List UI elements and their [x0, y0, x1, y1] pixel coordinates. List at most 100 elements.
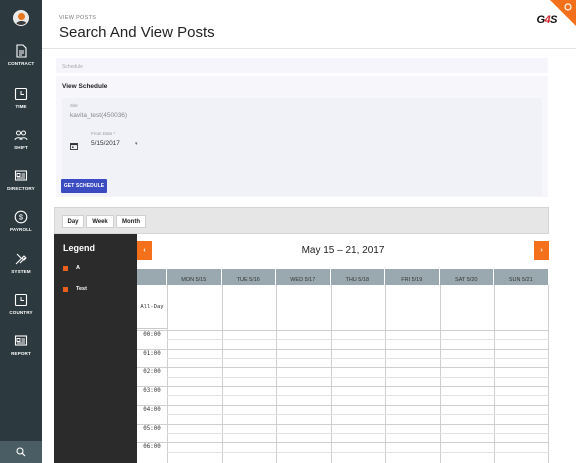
sidebar-item-payroll[interactable]: $ PAYROLL [0, 210, 42, 250]
sidebar-item-time[interactable]: TIME [0, 87, 42, 127]
site-field[interactable]: kavita_test(450036) [70, 112, 127, 119]
hour-line [137, 348, 549, 350]
half-hour-line [167, 358, 549, 360]
search-button[interactable] [0, 441, 42, 463]
sidebar-item-contract[interactable]: CONTRACT [0, 44, 42, 84]
legend-swatch [63, 265, 68, 271]
calendar-toolbar: Day Week Month [54, 207, 549, 234]
week-grid: All-Day MON 5/15 TUE 5/16 WED 5/17 THU 5/18… [137, 269, 549, 463]
day-header[interactable]: TUE 5/16 [221, 269, 276, 285]
tools-icon [15, 253, 27, 265]
legend: Legend A Test [54, 234, 137, 463]
column-divider [167, 285, 168, 463]
hour-line [137, 442, 549, 444]
avatar[interactable] [13, 10, 29, 26]
half-hour-line [167, 395, 549, 397]
sidebar-item-report[interactable]: REPORT [0, 334, 42, 374]
column-divider [276, 285, 277, 463]
day-header[interactable]: SUN 5/21 [494, 269, 549, 285]
time-label: 05:00 [143, 425, 161, 432]
column-divider [330, 285, 332, 463]
site-label: Site [70, 103, 78, 108]
schedule-card: Schedule [56, 58, 548, 73]
time-label: 06:00 [143, 444, 161, 451]
next-week-button[interactable]: › [534, 241, 549, 260]
legend-item: Test [63, 286, 87, 292]
time-label: 01:00 [143, 350, 161, 357]
hour-line [137, 367, 549, 369]
sidebar-item-label: COUNTRY [9, 310, 33, 315]
hour-line [137, 330, 549, 331]
clock-icon [14, 87, 28, 101]
day-header[interactable]: SAT 5/20 [439, 269, 494, 285]
schedule-label: Schedule [62, 64, 83, 70]
sidebar: CONTRACT TIME SHIFT DIRECTORY $ PAYROLL … [0, 0, 42, 463]
day-header[interactable]: FRI 5/19 [385, 269, 440, 285]
dollar-icon: $ [14, 210, 28, 224]
schedule-form: Site kavita_test(450036) From Date * 5/1… [62, 98, 542, 196]
time-label: 03:00 [143, 388, 161, 395]
view-day-button[interactable]: Day [62, 215, 84, 228]
column-divider [221, 285, 223, 463]
sidebar-item-shift[interactable]: SHIFT [0, 128, 42, 168]
half-hour-line [167, 451, 549, 453]
calendar-icon[interactable] [70, 142, 78, 150]
legend-title: Legend [63, 243, 96, 253]
view-schedule-panel: View Schedule Site kavita_test(450036) F… [56, 76, 548, 197]
half-hour-line [167, 432, 549, 434]
gutter-header [137, 269, 167, 285]
report-icon [14, 335, 28, 346]
day-header[interactable]: WED 5/17 [276, 269, 331, 285]
half-hour-line [167, 376, 549, 378]
breadcrumb: VIEW POSTS [59, 15, 97, 21]
all-day-label: All-Day [137, 285, 167, 329]
sidebar-item-system[interactable]: SYSTEM [0, 252, 42, 292]
column-divider [439, 285, 441, 463]
calendar-main: ‹ May 15 – 21, 2017 › All-Day MON 5/15 TU… [137, 234, 549, 463]
search-icon [16, 447, 26, 457]
hour-line [137, 404, 549, 406]
panel-title: View Schedule [62, 83, 108, 90]
legend-label: A [76, 265, 80, 271]
chevron-down-icon[interactable]: ▾ [135, 141, 138, 147]
time-label: 00:00 [143, 332, 161, 338]
column-divider [494, 285, 495, 463]
view-week-button[interactable]: Week [86, 215, 114, 228]
page-header: VIEW POSTS Search And View Posts G4S [42, 0, 576, 49]
column-divider [385, 285, 386, 463]
legend-label: Test [76, 286, 87, 292]
half-hour-line [167, 339, 549, 341]
half-hour-line [167, 414, 549, 416]
sidebar-item-label: DIRECTORY [7, 186, 35, 191]
time-label: 04:00 [143, 406, 161, 413]
sidebar-item-label: PAYROLL [10, 227, 32, 232]
view-month-button[interactable]: Month [116, 215, 146, 228]
calendar: Day Week Month Legend A Test ‹ May 15 – … [54, 207, 549, 463]
column-divider [547, 285, 549, 463]
people-icon [14, 130, 28, 141]
day-header[interactable]: THU 5/18 [330, 269, 385, 285]
from-date-label: From Date * [91, 131, 116, 136]
svg-text:$: $ [19, 213, 24, 222]
sidebar-item-label: CONTRACT [7, 61, 35, 66]
sidebar-item-label: TIME [15, 104, 27, 109]
clock-icon [14, 293, 28, 307]
get-schedule-button[interactable]: GET SCHEDULE [61, 179, 107, 193]
day-header[interactable]: MON 5/15 [167, 269, 222, 285]
sidebar-item-label: SYSTEM [11, 269, 31, 274]
sidebar-item-label: REPORT [11, 351, 31, 356]
sidebar-item-directory[interactable]: DIRECTORY [0, 169, 42, 209]
legend-swatch [63, 286, 68, 292]
time-label: 02:00 [143, 369, 161, 376]
sidebar-item-country[interactable]: COUNTRY [0, 293, 42, 333]
user-avatar-area[interactable] [0, 0, 42, 36]
hour-line [137, 423, 549, 425]
legend-item: A [63, 265, 80, 271]
from-date-field[interactable]: 5/15/2017 [91, 140, 120, 147]
sidebar-item-label: SHIFT [14, 145, 28, 150]
settings-corner[interactable] [550, 0, 576, 26]
directory-icon [14, 170, 28, 181]
logo-g: G [536, 14, 545, 26]
page-title: Search And View Posts [59, 24, 215, 41]
date-range: May 15 – 21, 2017 [301, 245, 385, 256]
